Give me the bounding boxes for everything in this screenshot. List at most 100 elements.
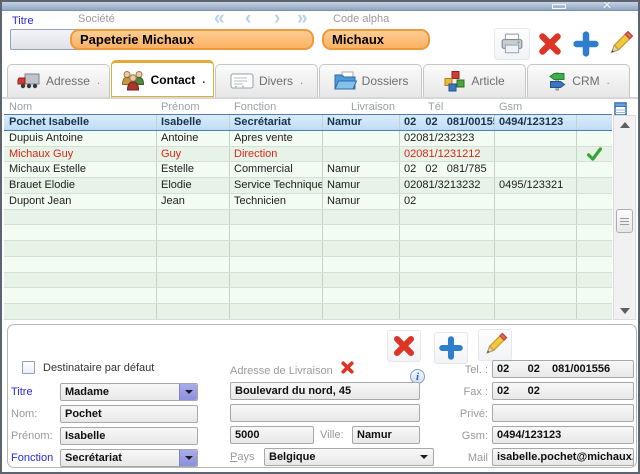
- empty-row[interactable]: [4, 273, 612, 289]
- city-field[interactable]: Namur: [352, 426, 420, 444]
- empty-row[interactable]: [4, 210, 612, 226]
- cell-fonction: Direction: [230, 147, 323, 162]
- country-combobox[interactable]: Belgique: [264, 448, 434, 466]
- code-alpha-field[interactable]: Michaux: [322, 29, 430, 50]
- cell-gsm: [495, 147, 577, 162]
- tab-dossiers[interactable]: Dossiers: [319, 64, 422, 97]
- postal-code-field[interactable]: 5000: [230, 426, 314, 444]
- table-scrollbar[interactable]: [613, 115, 636, 320]
- chevron-down-icon[interactable]: [179, 384, 197, 400]
- pencil-icon: [605, 29, 635, 59]
- prenom-label: Prénom:: [11, 430, 53, 442]
- scroll-up-button[interactable]: [615, 116, 634, 131]
- table-row[interactable]: Pochet Isabelle Isabelle Secrétariat Nam…: [4, 114, 612, 131]
- prive-field[interactable]: [492, 404, 634, 422]
- delete-record-button[interactable]: [532, 28, 568, 60]
- cell-nom: Dupont Jean: [4, 194, 157, 209]
- edit-contact-button[interactable]: [478, 329, 512, 361]
- fax-field[interactable]: 02 02: [492, 382, 634, 400]
- default-recipient-checkbox[interactable]: [22, 361, 35, 374]
- titre-label: Titre: [11, 386, 33, 398]
- tab-crm[interactable]: CRM.: [527, 64, 630, 97]
- cell-gsm: 0495/123321: [495, 178, 577, 193]
- cell-nom: Dupuis Antoine: [4, 131, 157, 146]
- tel-field[interactable]: 02 02 081/001556: [492, 360, 634, 378]
- tab-divers-label: Divers: [259, 74, 293, 88]
- column-header-fonction[interactable]: Fonction: [230, 100, 323, 114]
- nom-field[interactable]: Pochet: [60, 405, 198, 423]
- scroll-down-button[interactable]: [615, 304, 634, 319]
- address-line2-field[interactable]: [230, 404, 420, 422]
- delete-x-icon: [390, 332, 418, 360]
- ville-label: Ville:: [320, 429, 344, 441]
- add-plus-icon: [437, 334, 465, 362]
- nav-last-button[interactable]: »: [297, 8, 308, 30]
- printer-icon: [500, 33, 524, 55]
- cell-prenom: Guy: [157, 147, 230, 162]
- cell-prenom: Antoine: [157, 131, 230, 146]
- add-contact-button[interactable]: [434, 332, 468, 364]
- signpost-icon: [547, 70, 567, 92]
- gsm-field[interactable]: 0494/123123: [492, 426, 634, 444]
- empty-row[interactable]: [4, 241, 612, 257]
- cell-tel: 02081/3213232: [400, 178, 495, 193]
- gsm-label: Gsm:: [444, 430, 488, 442]
- clear-address-x-icon[interactable]: [339, 359, 356, 376]
- pencil-icon: [481, 331, 509, 359]
- cell-nom: Brauet Elodie: [4, 178, 157, 193]
- green-checkmark-icon: [586, 146, 603, 162]
- prenom-field[interactable]: Isabelle: [60, 427, 198, 445]
- tab-dossiers-label: Dossiers: [362, 74, 409, 88]
- chevron-down-icon[interactable]: [420, 455, 428, 463]
- column-header-prenom[interactable]: Prénom: [157, 100, 230, 114]
- table-row[interactable]: Dupont Jean Jean Technicien Namur 02: [4, 194, 612, 210]
- titre-combobox[interactable]: Madame: [60, 383, 198, 401]
- cell-tel: 02081/232323: [400, 131, 495, 146]
- nav-previous-button[interactable]: ‹: [245, 8, 251, 30]
- address-line1-field[interactable]: Boulevard du nord, 45: [230, 382, 420, 400]
- scrollbar-thumb[interactable]: [616, 209, 633, 233]
- minimize-button[interactable]: [552, 4, 566, 9]
- cell-livraison: [323, 147, 400, 162]
- tab-divers[interactable]: Divers.: [215, 64, 318, 97]
- tab-contact[interactable]: Contact.: [111, 60, 214, 97]
- table-row[interactable]: Dupuis Antoine Antoine Apres vente 02081…: [4, 131, 612, 147]
- column-header-livraison[interactable]: Livraison: [323, 100, 400, 114]
- cell-nom: Michaux Estelle: [4, 162, 157, 177]
- table-row[interactable]: Michaux Estelle Estelle Commercial Namur…: [4, 162, 612, 178]
- column-header-nom[interactable]: Nom: [4, 100, 157, 114]
- add-record-button[interactable]: [568, 28, 604, 60]
- empty-row[interactable]: [4, 225, 612, 241]
- societe-label: Société: [78, 13, 115, 25]
- fax-label: Fax :: [444, 386, 488, 398]
- mail-label: Mail: [444, 452, 488, 464]
- empty-row[interactable]: [4, 288, 612, 304]
- societe-field[interactable]: Papeterie Michaux: [70, 29, 314, 50]
- cell-fonction: Technicien: [230, 194, 323, 209]
- cell-livraison: Namur: [323, 115, 400, 130]
- truck-icon: [17, 72, 41, 90]
- table-row[interactable]: Michaux Guy Guy Direction 02081/1231212: [4, 147, 612, 163]
- column-header-tel[interactable]: Tél: [400, 100, 495, 114]
- nav-first-button[interactable]: «: [214, 8, 225, 30]
- edit-record-button[interactable]: [602, 28, 638, 60]
- cell-prenom: Elodie: [157, 178, 230, 193]
- adresse-livraison-label: Adresse de Livraison: [230, 365, 333, 377]
- mail-field[interactable]: isabelle.pochet@michaux.be: [492, 448, 634, 466]
- fonction-combobox[interactable]: Secrétariat: [60, 449, 198, 467]
- tab-adresse-label: Adresse: [46, 74, 90, 88]
- close-button[interactable]: ✕: [598, 0, 616, 12]
- print-button[interactable]: [494, 28, 530, 60]
- column-header-gsm[interactable]: Gsm: [495, 100, 577, 114]
- empty-row[interactable]: [4, 304, 612, 320]
- chevron-down-icon[interactable]: [179, 450, 197, 466]
- empty-row[interactable]: [4, 257, 612, 273]
- nav-next-button[interactable]: ›: [274, 8, 280, 30]
- tabstrip-divider: [2, 97, 638, 99]
- nom-label: Nom:: [11, 408, 37, 420]
- table-row[interactable]: Brauet Elodie Elodie Service Technique N…: [4, 178, 612, 194]
- delete-contact-button[interactable]: [387, 330, 421, 362]
- tab-adresse[interactable]: Adresse.: [7, 64, 110, 97]
- tab-article[interactable]: Article: [423, 64, 526, 97]
- cell-gsm: [495, 131, 577, 146]
